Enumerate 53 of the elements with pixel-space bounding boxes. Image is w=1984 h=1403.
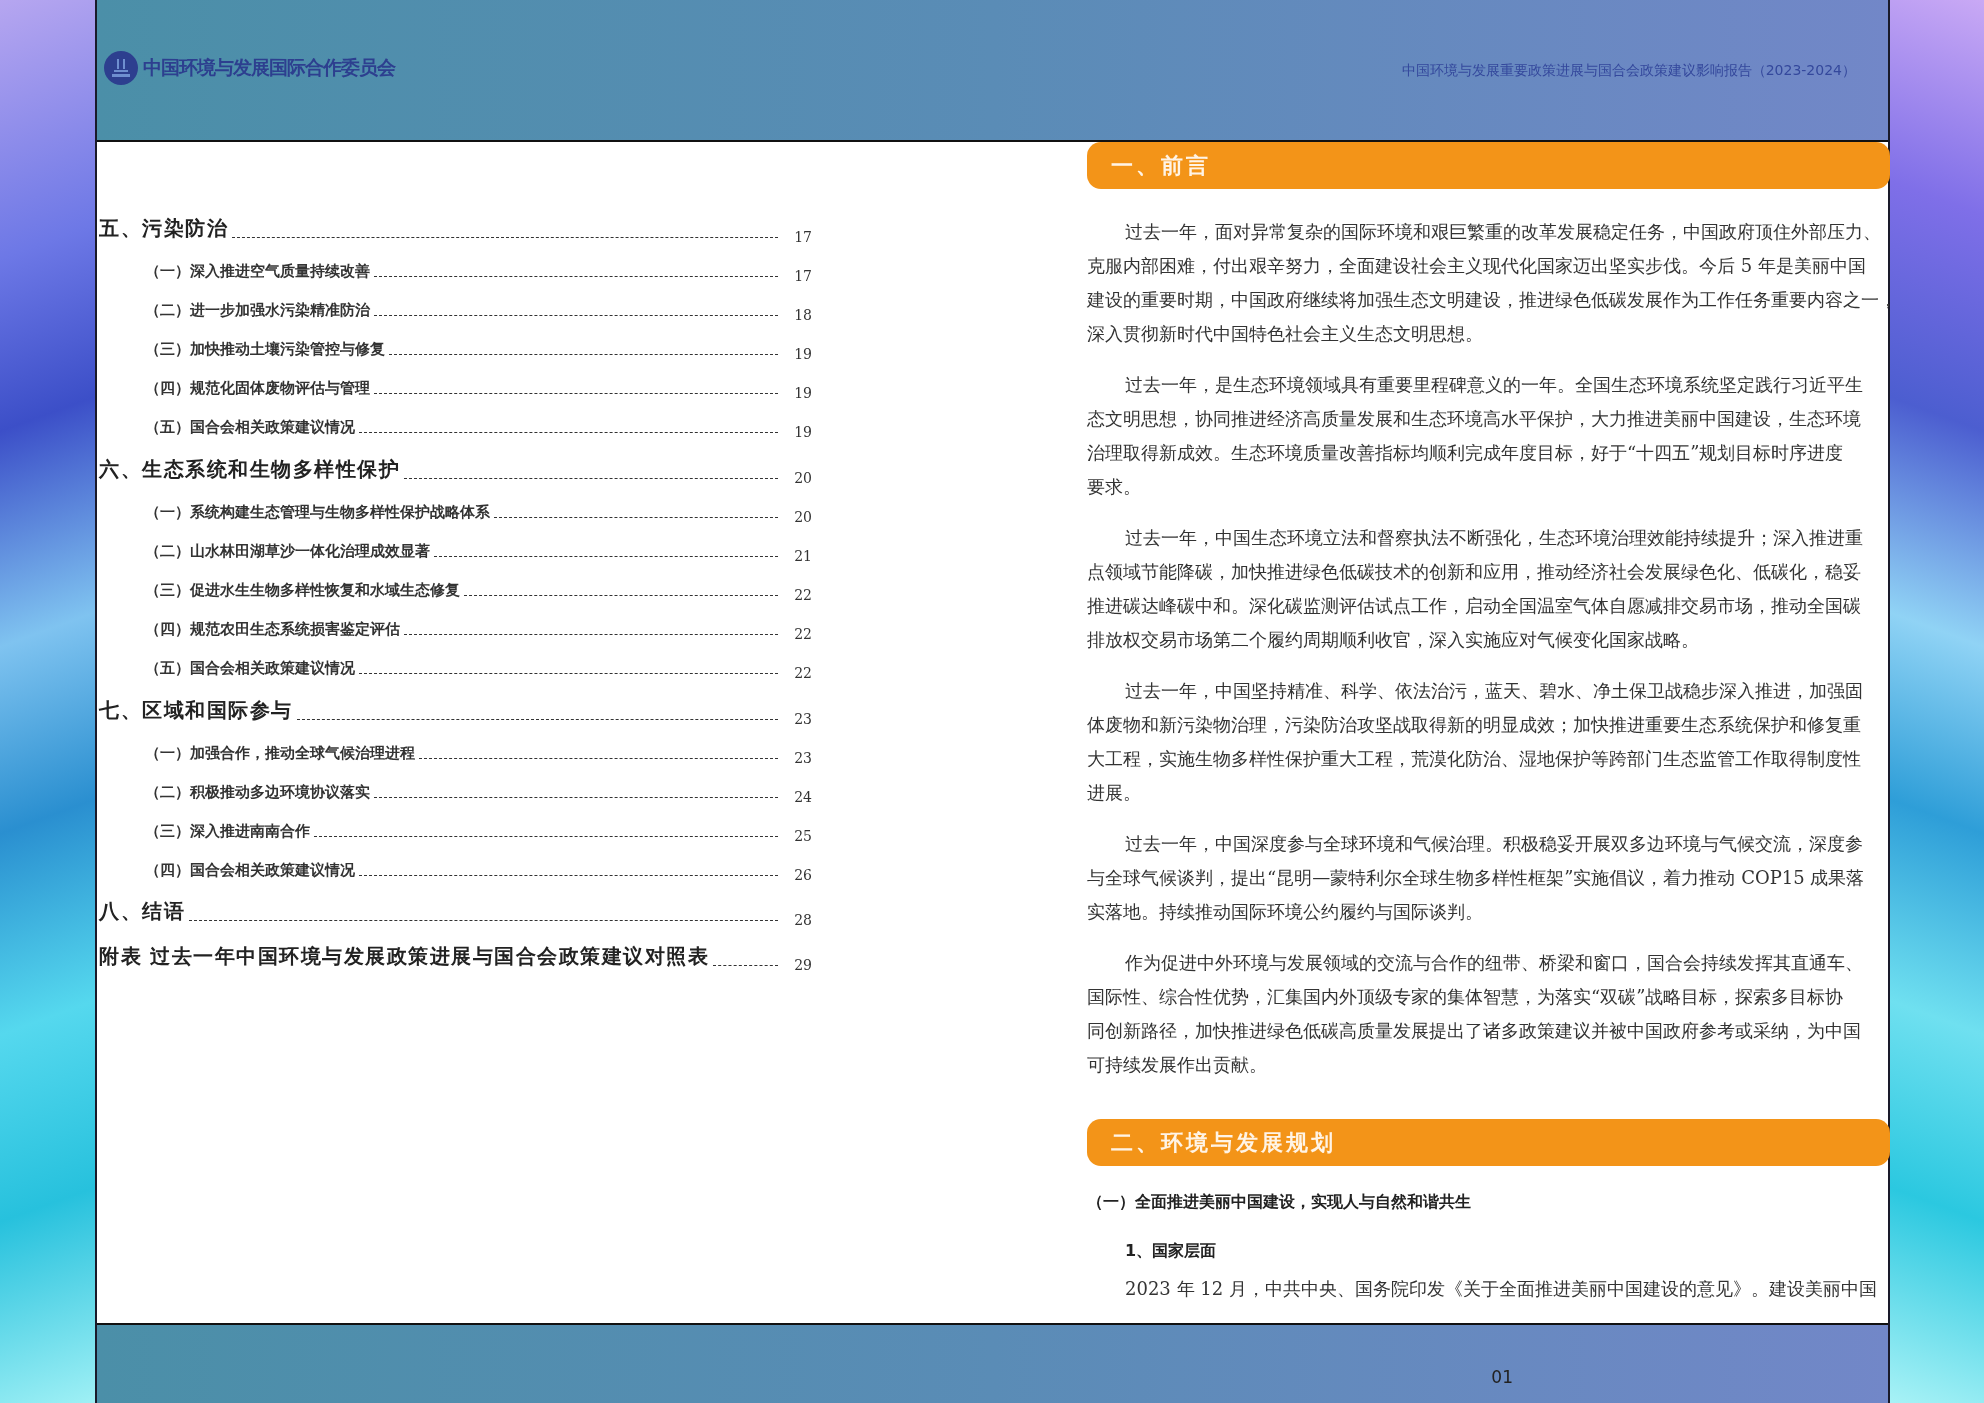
report-title: 中国环境与发展重要政策进展与国合会政策建议影响报告（2023-2024） bbox=[1401, 62, 1856, 80]
page-number: 19 bbox=[793, 385, 812, 401]
page-number: 17 bbox=[793, 229, 812, 245]
page-number: 23 bbox=[793, 711, 812, 727]
body-paragraph: 过去一年，面对异常复杂的国际环境和艰巨繁重的改革发展稳定任务，中国政府顶住外部压力、 克服内部困难，付出艰辛努力，全面建设社会主义现代化国家迈出坚实步伐。今后 5 年是美丽中国 建设的重要时期，中国政府继续将加强生态文明建设，推进绿色低碳发展作为工作任务重要内容之一， 深入贯彻新时代中国特色社会主义生态文明思想。 bbox=[1087, 220, 1890, 346]
toc-entry: （五）国合会相关政策建议情况 bbox=[145, 659, 355, 678]
page-number: 19 bbox=[793, 424, 812, 440]
toc-entry: （一）系统构建生态管理与生物多样性保护战略体系 bbox=[145, 503, 490, 522]
toc-entry: （三）促进水生生物多样性恢复和水域生态修复 bbox=[145, 581, 460, 600]
page-number: 24 bbox=[793, 789, 812, 805]
page-number: 17 bbox=[793, 268, 812, 284]
subsection-heading: （一）全面推进美丽中国建设，实现人与自然和谐共生 bbox=[1087, 1192, 1472, 1213]
toc-entry: （三）加快推动土壤污染管控与修复 bbox=[145, 340, 385, 359]
toc-heading: 五、污染防治 bbox=[99, 215, 228, 242]
page-number: 20 bbox=[793, 509, 812, 525]
body-paragraph: 过去一年，中国深度参与全球环境和气候治理。积极稳妥开展双多边环境与气候交流，深度参 与全球气候谈判，提出“昆明—蒙特利尔全球生物多样性框架”实施倡议，着力推动 COP15 成果落 实落地。持续推动国际环境公约履约与国际谈判。 bbox=[1087, 832, 1866, 924]
toc-entry: （四）国合会相关政策建议情况 bbox=[145, 861, 355, 880]
page-number: 25 bbox=[793, 828, 812, 844]
toc-entry: （二）积极推动多边环境协议落实 bbox=[145, 783, 370, 802]
emblem-icon bbox=[103, 50, 139, 86]
toc-entry: （一）深入推进空气质量持续改善 bbox=[145, 262, 370, 281]
toc-entry: （一）加强合作，推动全球气候治理进程 bbox=[145, 744, 415, 763]
body-paragraph: 过去一年，是生态环境领域具有重要里程碑意义的一年。全国生态环境系统坚定践行习近平生 态文明思想，协同推进经济高质量发展和生态环境高水平保护，大力推进美丽中国建设，生态环境 治理取得新成效。生态环境质量改善指标均顺利完成年度目标，好于“十四五”规划目标时序进度 要求。 bbox=[1087, 373, 1864, 499]
toc-heading: 附表 过去一年中国环境与发展政策进展与国合会政策建议对照表 bbox=[99, 943, 710, 970]
toc-entry: （四）规范化固体废物评估与管理 bbox=[145, 379, 370, 398]
toc-entry: （五）国合会相关政策建议情况 bbox=[145, 418, 355, 437]
page-number: 19 bbox=[793, 346, 812, 362]
page-number: 23 bbox=[793, 750, 812, 766]
toc-heading: 七、区域和国际参与 bbox=[99, 697, 293, 724]
body-paragraph: 2023 年 12 月，中共中央、国务院印发《关于全面推进美丽中国建设的意见》。建设美丽中国 bbox=[1124, 1277, 1878, 1301]
page-number: 22 bbox=[793, 626, 812, 642]
page-number: 28 bbox=[793, 912, 812, 928]
page-number: 20 bbox=[793, 470, 812, 486]
page-number: 22 bbox=[793, 665, 812, 681]
section-banner: 一、前言 bbox=[1087, 142, 1890, 189]
page-number: 21 bbox=[793, 548, 812, 564]
toc-entry: （三）深入推进南南合作 bbox=[145, 822, 310, 841]
page-number: 22 bbox=[793, 587, 812, 603]
body-paragraph: 作为促进中外环境与发展领域的交流与合作的纽带、桥梁和窗口，国合会持续发挥其直通车、 国际性、综合性优势，汇集国内外顶级专家的集体智慧，为落实“双碳”战略目标，探索多目标协 同创新路径，加快推进绿色低碳高质量发展提出了诸多政策建议并被中国政府参考或采纳，为中国 可持续发展作出贡献。 bbox=[1087, 951, 1864, 1077]
toc-heading: 六、生态系统和生物多样性保护 bbox=[99, 456, 400, 483]
page-number: 26 bbox=[793, 867, 812, 883]
toc-heading: 八、结语 bbox=[99, 898, 185, 925]
organization-name: 中国环境与发展国际合作委员会 bbox=[143, 55, 395, 80]
page-number: 18 bbox=[793, 307, 812, 323]
body-paragraph: 过去一年，中国生态环境立法和督察执法不断强化，生态环境治理效能持续提升；深入推进重 点领域节能降碳，加快推进绿色低碳技术的创新和应用，推动经济社会发展绿色化、低碳化，稳妥 推进碳达峰碳中和。深化碳监测评估试点工作，启动全国温室气体自愿减排交易市场，推动全国碳 排放权交易市场第二个履约周期顺利收官，深入实施应对气候变化国家战略。 bbox=[1087, 526, 1864, 652]
toc-entry: （二）山水林田湖草沙一体化治理成效显著 bbox=[145, 542, 430, 561]
toc-entry: （二）进一步加强水污染精准防治 bbox=[145, 301, 370, 320]
minor-heading: 1、国家层面 bbox=[1124, 1241, 1218, 1262]
page-number: 29 bbox=[793, 957, 812, 973]
body-paragraph: 过去一年，中国坚持精准、科学、依法治污，蓝天、碧水、净土保卫战稳步深入推进，加强固 体废物和新污染物治理，污染防治攻坚战取得新的明显成效；加快推进重要生态系统保护和修复重 大工程，实施生物多样性保护重大工程，荒漠化防治、湿地保护等跨部门生态监管工作取得制度性 进展。 bbox=[1087, 679, 1864, 805]
section-banner: 二、环境与发展规划 bbox=[1087, 1119, 1890, 1166]
page-number: 01 bbox=[1491, 1367, 1513, 1387]
toc-entry: （四）规范农田生态系统损害鉴定评估 bbox=[145, 620, 400, 639]
